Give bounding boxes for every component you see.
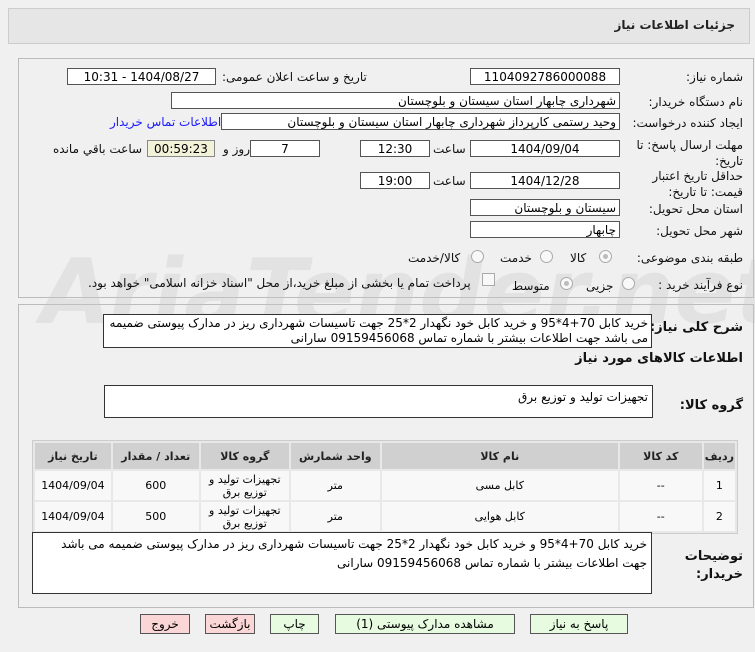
description-label: شرح کلی نیاز: [649,320,743,335]
validity-hour-label: ساعت [433,174,466,188]
goods-group-field: تجهیزات تولید و توزیع برق [104,385,653,418]
process-radio-minor[interactable] [622,277,635,290]
treasury-payment-note: پرداخت تمام یا بخشی از مبلغ خرید،از محل … [88,276,471,290]
buyer-contact-link[interactable]: اطلاعات تماس خریدار [110,115,221,129]
deadline-label: مهلت ارسال پاسخ: تا تاریخ: [636,138,743,168]
cell-group: تجهیزات تولید و توزیع برق [200,471,289,500]
page-header: جزئیات اطلاعات نیاز [8,8,750,44]
cell-group: تجهیزات تولید و توزیع برق [200,502,289,531]
validity-label: حداقل تاریخ اعتبار قیمت: تا تاریخ: [652,169,743,199]
table-row: 2 -- کابل هوایی متر تجهیزات تولید و توزی… [35,502,735,531]
page-title: جزئیات اطلاعات نیاز [614,18,735,32]
view-attachments-button[interactable]: مشاهده مدارک پیوستی (1) [335,614,515,634]
category-service-label: خدمت [500,251,532,265]
announce-field: 1404/08/27 - 10:31 [67,68,216,85]
days-field: 7 [250,140,320,157]
need-number-label: شماره نیاز: [686,70,743,84]
buyer-field: شهرداری چابهار استان سیستان و بلوچستان [171,92,620,109]
city-field: چابهار [470,221,620,238]
category-label: طبقه بندی موضوعی: [636,251,743,265]
cell-qty: 500 [112,502,199,531]
days-label: روز و [223,142,250,156]
table-header-row: ردیف کد کالا نام کالا واحد شمارش گروه کا… [35,443,735,469]
cell-unit: متر [290,471,380,500]
print-button[interactable]: چاپ [270,614,319,634]
buyer-notes-field: خرید کابل 70+4*95 و خرید کابل خود نگهدار… [32,532,652,594]
category-goods-label: کالا [570,251,587,265]
col-date: تاریخ نیاز [35,443,111,469]
cell-row: 2 [703,502,735,531]
col-name: نام کالا [381,443,618,469]
province-label: استان محل تحویل: [648,202,743,216]
cell-code: -- [619,471,702,500]
city-label: شهر محل تحویل: [656,224,743,238]
deadline-hour-label: ساعت [433,142,466,156]
cell-qty: 600 [112,471,199,500]
col-group: گروه کالا [200,443,289,469]
description-field: خرید کابل 70+4*95 و خرید کابل خود نگهدار… [103,314,652,348]
process-minor-label: جزیی [586,279,614,293]
exit-button[interactable]: خروج [140,614,190,634]
col-code: کد کالا [619,443,702,469]
cell-unit: متر [290,502,380,531]
col-row: ردیف [703,443,735,469]
treasury-payment-checkbox[interactable] [482,273,495,286]
announce-label: تاریخ و ساعت اعلان عمومی: [222,70,367,84]
goods-table: ردیف کد کالا نام کالا واحد شمارش گروه کا… [32,440,738,534]
validity-time-field: 19:00 [360,172,430,189]
category-both-label: کالا/خدمت [408,251,461,265]
deadline-time-field: 12:30 [360,140,430,157]
process-medium-label: متوسط [512,279,550,293]
col-qty: تعداد / مقدار [112,443,199,469]
cell-name: کابل هوایی [381,502,618,531]
reply-button[interactable]: پاسخ به نیاز [530,614,628,634]
remaining-label: ساعت باقي مانده [53,142,143,156]
remaining-time-field: 00:59:23 [147,140,215,157]
process-radio-medium[interactable] [560,277,573,290]
province-field: سیستان و بلوچستان [470,199,620,216]
table-row: 1 -- کابل مسی متر تجهیزات تولید و توزیع … [35,471,735,500]
cell-date: 1404/09/04 [35,502,111,531]
need-number-field: 1104092786000088 [470,68,620,85]
cell-date: 1404/09/04 [35,471,111,500]
back-button[interactable]: بازگشت [205,614,255,634]
deadline-date-field: 1404/09/04 [470,140,620,157]
buyer-notes-label: توضیحات خریدار: [684,549,743,582]
category-radio-both[interactable] [471,250,484,263]
col-unit: واحد شمارش [290,443,380,469]
category-radio-service[interactable] [540,250,553,263]
goods-section-header: اطلاعات کالاهای مورد نیاز [575,351,743,366]
goods-group-label: گروه کالا: [679,398,743,413]
cell-row: 1 [703,471,735,500]
process-label: نوع فرآیند خرید : [658,278,743,292]
cell-code: -- [619,502,702,531]
buyer-label: نام دستگاه خریدار: [648,95,744,109]
category-radio-goods[interactable] [599,250,612,263]
creator-field: وحید رستمی کارپرداز شهرداری چابهار استان… [221,113,620,130]
cell-name: کابل مسی [381,471,618,500]
creator-label: ایجاد کننده درخواست: [632,116,743,130]
validity-date-field: 1404/12/28 [470,172,620,189]
